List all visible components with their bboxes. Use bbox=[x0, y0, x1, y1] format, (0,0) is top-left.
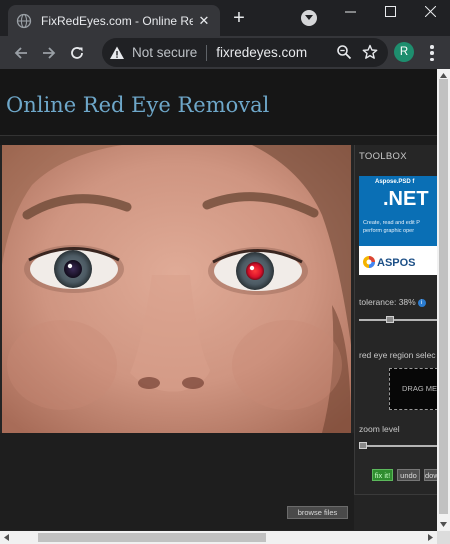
tab-search-icon[interactable] bbox=[301, 10, 317, 26]
maximize-icon[interactable] bbox=[370, 0, 410, 22]
close-tab-icon[interactable]: ✕ bbox=[196, 13, 212, 29]
tolerance-slider-handle[interactable] bbox=[385, 316, 394, 323]
tolerance-text: tolerance: 38% bbox=[359, 297, 416, 307]
fix-it-button[interactable]: fix it! bbox=[372, 469, 393, 481]
warning-icon[interactable] bbox=[109, 45, 125, 61]
horizontal-scroll-thumb[interactable] bbox=[38, 533, 266, 542]
header-rule bbox=[0, 136, 437, 145]
page-header: Online Red Eye Removal bbox=[0, 69, 437, 136]
advertisement[interactable]: Aspose.PSD f .NET Create, read and edit … bbox=[359, 176, 438, 275]
new-tab-icon[interactable]: + bbox=[229, 8, 249, 28]
aspose-logo-icon bbox=[363, 256, 375, 268]
zoom-slider-handle[interactable] bbox=[359, 442, 367, 449]
browser-tab[interactable]: FixRedEyes.com - Online Red Eye Removal … bbox=[8, 5, 220, 36]
omnibox-divider bbox=[206, 44, 208, 61]
reload-icon[interactable] bbox=[64, 40, 90, 66]
zoom-icon[interactable] bbox=[336, 44, 352, 60]
ad-logo-text: ASPOS bbox=[377, 257, 416, 269]
page-viewport: Online Red Eye Removal TOOLBOX Aspose.PS… bbox=[0, 69, 450, 544]
page-title: Online Red Eye Removal bbox=[6, 93, 270, 117]
security-label[interactable]: Not secure bbox=[132, 45, 197, 60]
zoom-label: zoom level bbox=[359, 424, 400, 434]
download-button[interactable]: dow bbox=[424, 469, 438, 481]
address-bar[interactable]: Not secure fixredeyes.com bbox=[102, 38, 388, 67]
ad-text-line: perform graphic oper bbox=[363, 228, 415, 234]
ad-brand: Aspose.PSD f bbox=[375, 179, 415, 185]
scrollbar-corner bbox=[437, 531, 450, 544]
zoom-slider[interactable] bbox=[359, 445, 438, 447]
region-label: red eye region selec bbox=[359, 350, 436, 360]
scroll-down-icon[interactable] bbox=[437, 518, 450, 531]
scroll-right-icon[interactable] bbox=[424, 531, 437, 544]
undo-button[interactable]: undo bbox=[397, 469, 420, 481]
globe-icon bbox=[16, 13, 32, 28]
toolbox-panel: TOOLBOX Aspose.PSD f .NET Create, read a… bbox=[354, 145, 438, 495]
scroll-left-icon[interactable] bbox=[0, 531, 13, 544]
url-text[interactable]: fixredeyes.com bbox=[216, 45, 307, 60]
profile-avatar[interactable]: R bbox=[394, 42, 414, 62]
browser-toolbar: Not secure fixredeyes.com R bbox=[0, 36, 450, 69]
browser-menu-icon[interactable] bbox=[424, 44, 440, 62]
toolbox-heading: TOOLBOX bbox=[359, 151, 407, 162]
vertical-scrollbar[interactable] bbox=[437, 69, 450, 531]
close-window-icon[interactable] bbox=[410, 0, 450, 22]
red-eye-region-selector[interactable]: DRAG ME bbox=[389, 368, 438, 410]
tab-strip: FixRedEyes.com - Online Red Eye Removal … bbox=[0, 0, 450, 36]
ad-headline: .NET bbox=[383, 188, 429, 210]
tolerance-label: tolerance: 38% i bbox=[359, 297, 426, 307]
info-icon[interactable]: i bbox=[417, 299, 426, 307]
horizontal-scrollbar[interactable] bbox=[0, 531, 437, 544]
minimize-icon[interactable] bbox=[330, 0, 370, 22]
drag-label: DRAG ME bbox=[402, 384, 438, 393]
back-icon[interactable] bbox=[8, 40, 34, 66]
photo-preview[interactable] bbox=[2, 145, 351, 433]
ad-text-line: Create, read and edit P bbox=[363, 220, 420, 226]
ad-banner: Aspose.PSD f .NET Create, read and edit … bbox=[359, 176, 438, 246]
bookmark-star-icon[interactable] bbox=[362, 44, 378, 60]
tolerance-slider[interactable] bbox=[359, 319, 438, 321]
tab-title: FixRedEyes.com - Online Red Eye Removal bbox=[41, 13, 193, 28]
vertical-scroll-thumb[interactable] bbox=[439, 79, 448, 514]
forward-icon[interactable] bbox=[36, 40, 62, 66]
browse-files-button[interactable]: browse files bbox=[287, 506, 348, 519]
